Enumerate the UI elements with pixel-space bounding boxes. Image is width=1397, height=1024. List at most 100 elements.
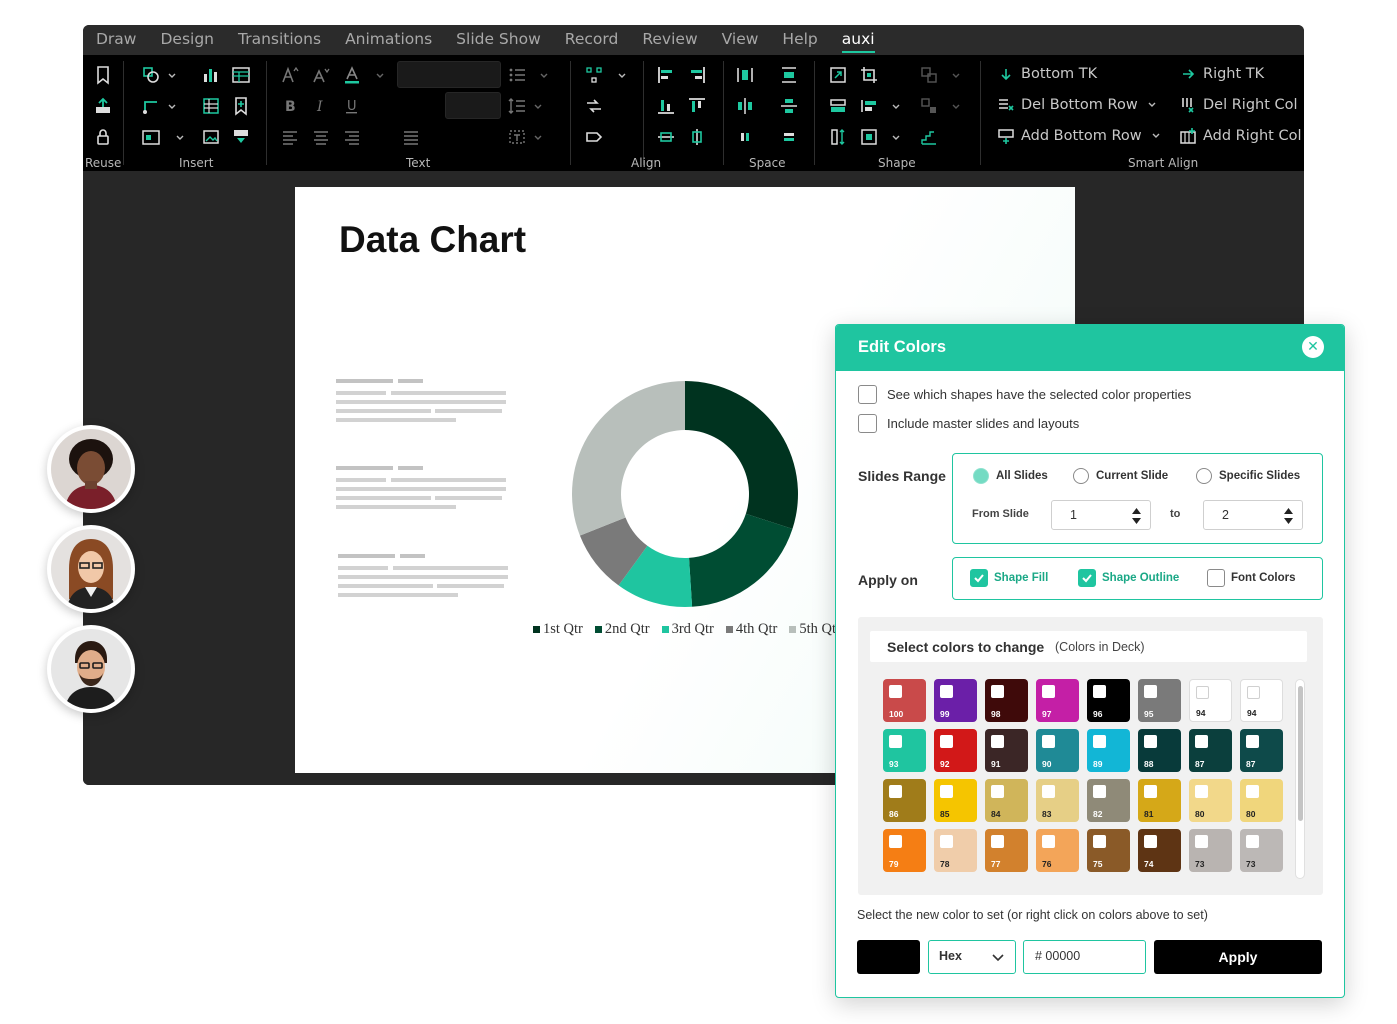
match-width-icon[interactable] xyxy=(859,96,879,116)
swatch-checkbox[interactable] xyxy=(889,685,902,698)
shape-fill-checkbox[interactable]: Shape Fill xyxy=(970,569,1048,587)
swatch-checkbox[interactable] xyxy=(1144,685,1157,698)
calendar-icon[interactable] xyxy=(141,127,161,147)
swatch-checkbox[interactable] xyxy=(889,835,902,848)
swatch-checkbox[interactable] xyxy=(1144,735,1157,748)
stepper-arrows-icon[interactable] xyxy=(1131,506,1142,526)
text-box-icon[interactable] xyxy=(507,127,527,147)
bullets-icon[interactable] xyxy=(507,65,527,85)
swatch-checkbox[interactable] xyxy=(1093,835,1106,848)
resize-icon[interactable] xyxy=(828,65,848,85)
swatch-checkbox[interactable] xyxy=(889,735,902,748)
swap-icon[interactable] xyxy=(584,96,604,116)
swatch-checkbox[interactable] xyxy=(1195,835,1208,848)
align-left-edge-icon[interactable] xyxy=(656,65,676,85)
justify-icon[interactable] xyxy=(401,127,421,147)
swatch-checkbox[interactable] xyxy=(1042,835,1055,848)
swatch-checkbox[interactable] xyxy=(1246,735,1259,748)
distribute-horizontal-icon[interactable] xyxy=(735,96,755,116)
space-horizontal-icon[interactable] xyxy=(735,65,755,85)
swatch-checkbox[interactable] xyxy=(1196,686,1209,699)
color-swatch[interactable]: 78 xyxy=(934,829,977,872)
swatch-checkbox[interactable] xyxy=(1144,785,1157,798)
swatch-checkbox[interactable] xyxy=(991,735,1004,748)
chevron-down-icon[interactable] xyxy=(617,71,627,81)
chart-icon[interactable] xyxy=(201,65,221,85)
chevron-down-icon[interactable] xyxy=(891,102,901,112)
color-swatch[interactable]: 73 xyxy=(1189,829,1232,872)
swatch-checkbox[interactable] xyxy=(940,685,953,698)
swatch-checkbox[interactable] xyxy=(1144,835,1157,848)
current-slide-radio[interactable]: Current Slide xyxy=(1073,468,1168,484)
space-vertical-icon[interactable] xyxy=(779,65,799,85)
swatch-checkbox[interactable] xyxy=(1247,686,1260,699)
swatch-checkbox[interactable] xyxy=(991,835,1004,848)
swatch-checkbox[interactable] xyxy=(940,735,953,748)
del-right-col-button[interactable]: Del Right Col xyxy=(1179,94,1298,116)
shapes-icon[interactable] xyxy=(141,65,161,85)
color-swatch[interactable]: 74 xyxy=(1138,829,1181,872)
color-format-select[interactable]: Hex xyxy=(928,940,1016,974)
color-swatch[interactable]: 84 xyxy=(985,779,1028,822)
align-top-edge-icon[interactable] xyxy=(687,96,707,116)
selection-icon[interactable] xyxy=(584,65,604,85)
step-chart-icon[interactable] xyxy=(919,127,939,147)
upload-icon[interactable] xyxy=(93,96,113,116)
ungroup-icon[interactable] xyxy=(919,96,939,116)
color-swatch[interactable]: 76 xyxy=(1036,829,1079,872)
align-bottom-edge-icon[interactable] xyxy=(656,96,676,116)
chevron-down-icon[interactable] xyxy=(375,71,385,81)
swatch-checkbox[interactable] xyxy=(991,785,1004,798)
swatch-checkbox[interactable] xyxy=(1195,735,1208,748)
lock-icon[interactable] xyxy=(93,127,113,147)
close-button[interactable]: ✕ xyxy=(1302,336,1324,358)
color-swatch[interactable]: 99 xyxy=(934,679,977,722)
color-swatch[interactable]: 80 xyxy=(1240,779,1283,822)
include-master-option[interactable]: Include master slides and layouts xyxy=(858,414,1079,433)
align-middle-icon[interactable] xyxy=(656,127,676,147)
all-slides-radio[interactable]: All Slides xyxy=(973,468,1048,484)
connector-icon[interactable] xyxy=(141,96,161,116)
swatch-checkbox[interactable] xyxy=(1093,785,1106,798)
hex-input[interactable]: # 00000 xyxy=(1023,940,1146,974)
color-swatch[interactable]: 97 xyxy=(1036,679,1079,722)
specific-slides-radio[interactable]: Specific Slides xyxy=(1196,468,1300,484)
chevron-down-icon[interactable] xyxy=(1151,131,1161,141)
bottom-tk-button[interactable]: Bottom TK xyxy=(997,63,1097,85)
menu-auxi[interactable]: auxi xyxy=(841,25,875,55)
menu-animations[interactable]: Animations xyxy=(345,25,432,55)
color-swatch[interactable]: 90 xyxy=(1036,729,1079,772)
italic-icon[interactable]: I xyxy=(311,96,331,116)
font-colors-checkbox[interactable]: Font Colors xyxy=(1207,569,1296,587)
table-icon[interactable] xyxy=(231,65,251,85)
scrollbar-thumb[interactable] xyxy=(1298,686,1303,821)
distribute-vertical-icon[interactable] xyxy=(779,96,799,116)
color-swatch[interactable]: 81 xyxy=(1138,779,1181,822)
see-shapes-checkbox[interactable] xyxy=(858,385,877,404)
font-color-icon[interactable] xyxy=(342,65,362,85)
menu-transitions[interactable]: Transitions xyxy=(238,25,321,55)
menu-design[interactable]: Design xyxy=(160,25,214,55)
apply-button[interactable]: Apply xyxy=(1154,940,1322,974)
add-bottom-row-button[interactable]: Add Bottom Row xyxy=(997,125,1142,147)
color-swatch[interactable]: 91 xyxy=(985,729,1028,772)
color-swatch[interactable]: 98 xyxy=(985,679,1028,722)
chevron-down-icon[interactable] xyxy=(891,133,901,143)
menu-help[interactable]: Help xyxy=(782,25,817,55)
chevron-down-icon[interactable] xyxy=(539,71,549,81)
right-tk-button[interactable]: Right TK xyxy=(1179,63,1264,85)
color-swatch[interactable]: 93 xyxy=(883,729,926,772)
swatch-checkbox[interactable] xyxy=(1246,835,1259,848)
chevron-down-icon[interactable] xyxy=(951,71,961,81)
color-swatch[interactable]: 87 xyxy=(1240,729,1283,772)
crop-icon[interactable] xyxy=(859,65,879,85)
color-swatch[interactable]: 80 xyxy=(1189,779,1232,822)
font-grow-icon[interactable] xyxy=(280,65,300,85)
donut-slice-1[interactable] xyxy=(685,381,798,529)
color-swatch[interactable]: 75 xyxy=(1087,829,1130,872)
stepper-arrows-icon[interactable] xyxy=(1283,506,1294,526)
see-shapes-option[interactable]: See which shapes have the selected color… xyxy=(858,385,1191,404)
from-slide-stepper[interactable]: 1 xyxy=(1051,500,1151,530)
menu-record[interactable]: Record xyxy=(565,25,619,55)
color-swatch[interactable]: 94 xyxy=(1189,679,1232,722)
